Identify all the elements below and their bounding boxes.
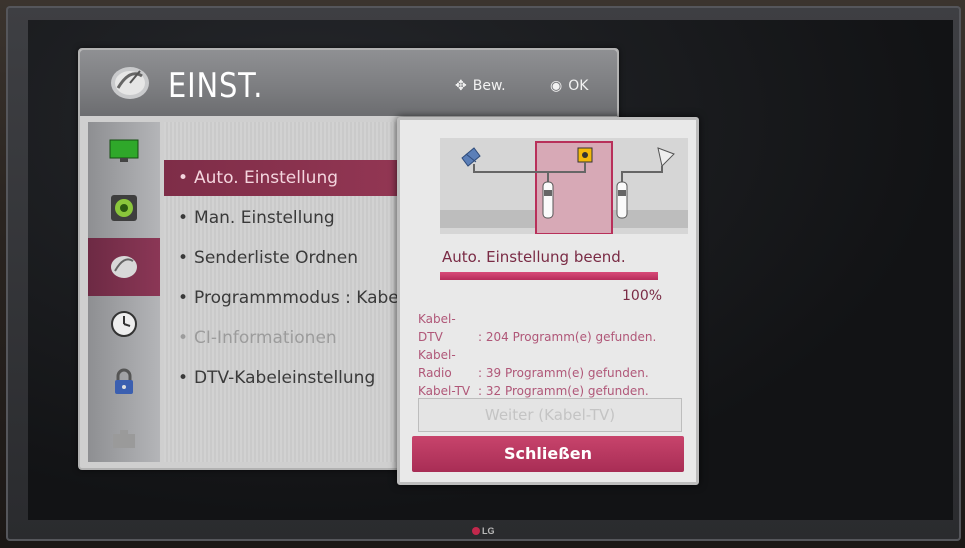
result-row: Kabel-Radio: 39 Programm(e) gefunden. <box>418 348 649 380</box>
page-title: EINST. <box>168 66 264 106</box>
satellite-icon <box>111 67 149 99</box>
connection-diagram <box>440 138 688 234</box>
lock-icon <box>115 368 133 394</box>
hint-move: ✥ Bew. <box>455 78 506 94</box>
options-icon <box>113 430 135 448</box>
result-row: Kabel-DTV: 204 Programm(e) gefunden. <box>418 312 657 344</box>
sidebar-item-audio[interactable] <box>88 180 160 238</box>
audio-icon <box>111 195 137 221</box>
ok-button-icon: ◉ <box>550 78 563 94</box>
cable-connector-icon <box>542 181 554 219</box>
hint-ok: ◉ OK <box>550 78 589 94</box>
sidebar-item-channel[interactable] <box>88 238 160 296</box>
progress-bar <box>440 272 658 280</box>
scan-results: Kabel-DTV: 204 Programm(e) gefunden. Kab… <box>418 310 656 400</box>
lg-logo-icon <box>472 527 480 535</box>
picture-icon <box>109 139 139 162</box>
brand-logo: LG <box>472 526 495 536</box>
wall-socket-icon <box>577 147 593 163</box>
sidebar-item-lock[interactable] <box>88 354 160 412</box>
sidebar-item-time[interactable] <box>88 296 160 354</box>
cable-antenna-icon <box>461 147 481 167</box>
sidebar-item-picture[interactable] <box>88 122 160 180</box>
setup-status: Auto. Einstellung beend. <box>442 248 626 266</box>
progress-percent: 100% <box>622 288 663 304</box>
next-cable-tv-button: Weiter (Kabel-TV) <box>418 398 682 432</box>
settings-header: EINST. ✥ Bew. ◉ OK <box>80 50 617 116</box>
satellite-dish-icon <box>657 147 675 167</box>
satellite-icon <box>111 256 137 278</box>
progress-fill <box>440 272 658 280</box>
close-button[interactable]: Schließen <box>412 436 684 472</box>
category-sidebar <box>88 122 160 462</box>
cable-connector-icon <box>616 181 628 219</box>
sidebar-item-options[interactable] <box>88 412 160 470</box>
dpad-icon: ✥ <box>455 78 467 94</box>
clock-icon <box>111 311 137 337</box>
auto-setup-dialog: Auto. Einstellung beend. 100% Kabel-DTV:… <box>397 117 699 485</box>
